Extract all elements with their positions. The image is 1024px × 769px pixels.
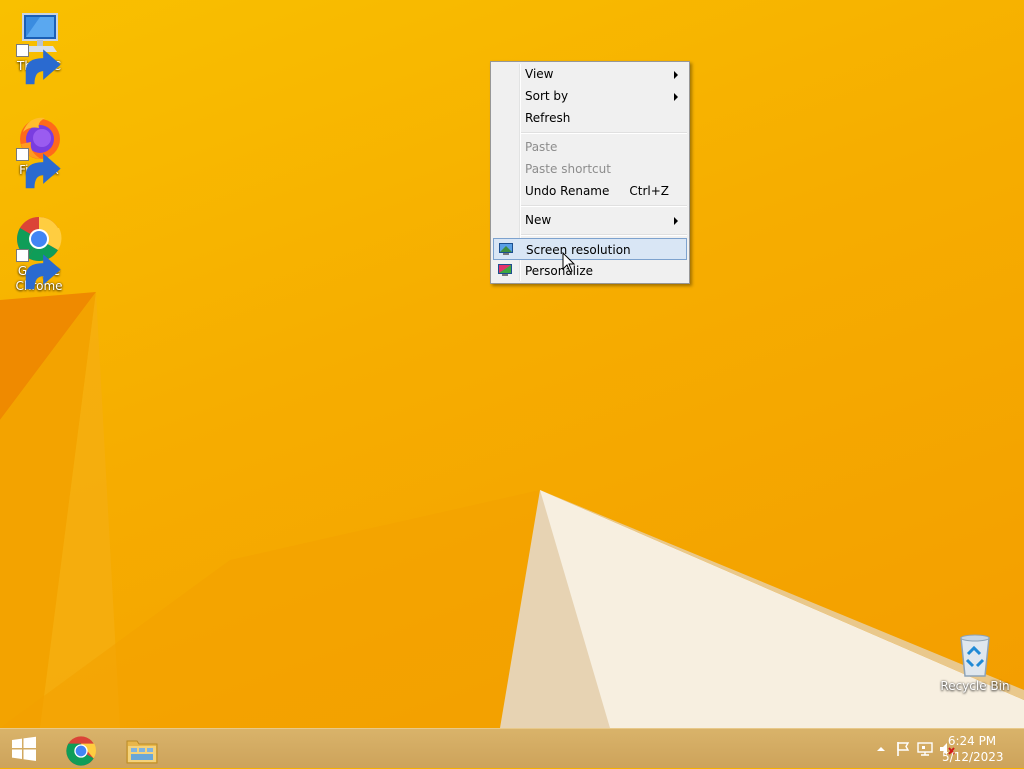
shortcut-arrow-icon	[16, 44, 61, 85]
menu-item-new[interactable]: New	[493, 209, 687, 231]
start-button[interactable]	[0, 731, 48, 767]
taskbar-file-explorer-button[interactable]	[118, 731, 166, 767]
taskbar-chrome-button[interactable]	[57, 731, 105, 767]
menu-item-label: Sort by	[525, 89, 569, 103]
chrome-icon	[66, 736, 96, 766]
taskbar-clock[interactable]: 6:24 PM 5/12/2023	[942, 733, 1004, 765]
submenu-arrow-icon	[674, 93, 678, 101]
desktop-context-menu: View Sort by Refresh Paste Paste shortcu…	[490, 61, 690, 284]
menu-item-label: Paste	[525, 140, 558, 154]
menu-item-label: Personalize	[525, 264, 594, 278]
desktop-icon-recycle-bin[interactable]: Recycle Bin	[937, 630, 1013, 694]
menu-item-paste-shortcut[interactable]: Paste shortcut	[493, 158, 687, 180]
desktop-icon-label: Recycle Bin	[940, 679, 1010, 693]
clock-date: 5/12/2023	[942, 750, 1004, 764]
action-center-flag-icon[interactable]	[894, 740, 912, 758]
mouse-cursor-icon	[562, 252, 576, 273]
network-icon[interactable]	[916, 740, 934, 758]
menu-item-label: View	[525, 67, 554, 81]
clock-time: 6:24 PM	[947, 734, 997, 748]
desktop-icon-this-pc[interactable]: This PC	[1, 10, 77, 85]
menu-item-shortcut: Ctrl+Z	[629, 184, 669, 198]
this-pc-icon	[15, 10, 63, 85]
menu-item-label: Screen resolution	[526, 243, 631, 257]
submenu-arrow-icon	[674, 217, 678, 225]
menu-separator	[521, 132, 687, 134]
menu-separator	[521, 234, 687, 236]
recycle-bin-icon	[951, 630, 999, 678]
menu-item-paste[interactable]: Paste	[493, 136, 687, 158]
menu-item-label: Undo Rename	[525, 184, 610, 198]
menu-item-refresh[interactable]: Refresh	[493, 107, 687, 129]
menu-item-label: New	[525, 213, 552, 227]
windows-logo-icon	[12, 736, 36, 761]
chrome-icon	[15, 215, 63, 290]
menu-item-label: Paste shortcut	[525, 162, 611, 176]
menu-item-screen-resolution[interactable]: Screen resolution	[493, 238, 687, 260]
screen-resolution-icon	[499, 243, 513, 255]
menu-separator	[521, 205, 687, 207]
menu-item-view[interactable]: View	[493, 63, 687, 85]
folder-icon	[126, 740, 158, 764]
menu-item-label: Refresh	[525, 111, 571, 125]
desktop-icon-google-chrome[interactable]: Google Chrome	[1, 215, 77, 294]
menu-item-sort-by[interactable]: Sort by	[493, 85, 687, 107]
shortcut-arrow-icon	[16, 148, 61, 189]
show-hidden-icons-chevron[interactable]	[872, 740, 890, 758]
menu-item-undo-rename[interactable]: Undo Rename Ctrl+Z	[493, 180, 687, 202]
personalize-icon	[498, 264, 512, 276]
menu-item-personalize[interactable]: Personalize	[493, 260, 687, 282]
submenu-arrow-icon	[674, 71, 678, 79]
system-tray: 6:24 PM 5/12/2023	[844, 729, 1024, 769]
desktop-icon-firefox[interactable]: Firefox	[1, 114, 77, 189]
desktop[interactable]: This PC Firefox	[0, 0, 1024, 728]
firefox-icon	[15, 114, 63, 189]
taskbar: 6:24 PM 5/12/2023	[0, 728, 1024, 768]
shortcut-arrow-icon	[16, 249, 61, 290]
